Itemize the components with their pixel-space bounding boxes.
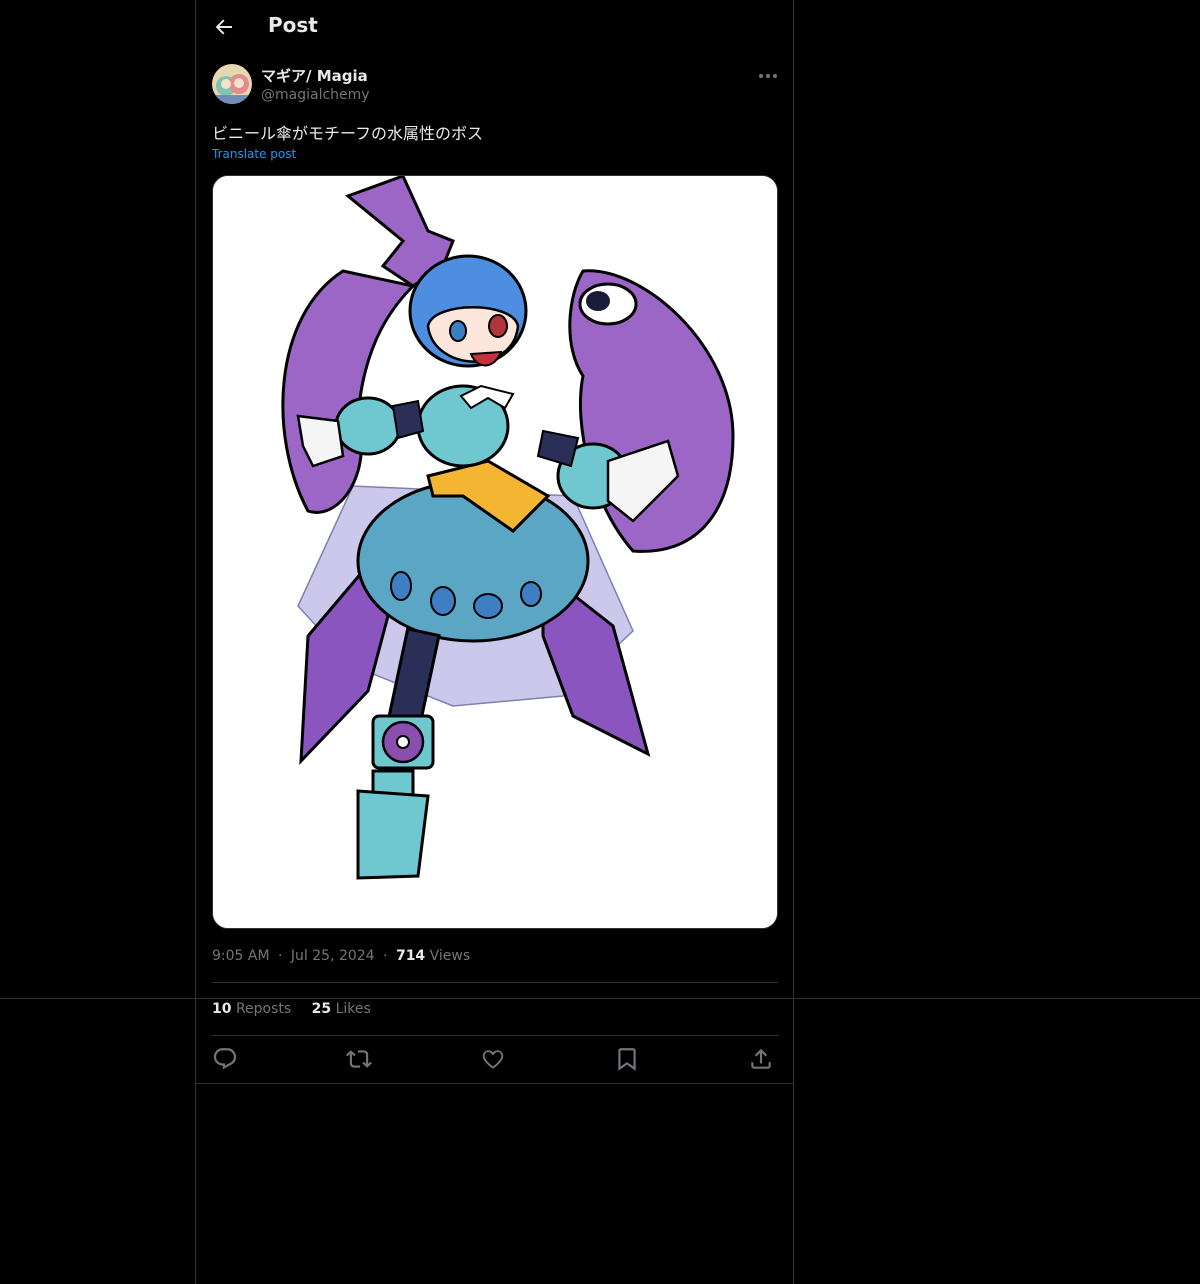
display-name[interactable]: マギア/ Magia bbox=[261, 65, 368, 86]
post-column: Post マギア/ Magia @magialchemy ビニール傘がモチーフの… bbox=[195, 0, 794, 1284]
post-image[interactable] bbox=[212, 175, 778, 929]
bookmark-icon[interactable] bbox=[614, 1046, 640, 1072]
likes-count: 25 bbox=[311, 1001, 332, 1017]
post-header: Post bbox=[196, 0, 793, 54]
avatar[interactable] bbox=[212, 64, 252, 104]
engagement-stats: 10 Reposts 25 Likes bbox=[212, 1001, 371, 1017]
likes-label: Likes bbox=[335, 1001, 371, 1017]
user-handle[interactable]: @magialchemy bbox=[261, 87, 370, 103]
like-icon[interactable] bbox=[480, 1046, 506, 1072]
share-icon[interactable] bbox=[748, 1046, 774, 1072]
divider bbox=[0, 998, 1200, 999]
post-date[interactable]: Jul 25, 2024 bbox=[291, 948, 375, 964]
likes-stat[interactable]: 25 Likes bbox=[312, 1001, 371, 1017]
views-count: 714 bbox=[395, 948, 426, 964]
reposts-stat[interactable]: 10 Reposts bbox=[212, 1001, 296, 1017]
arrow-left-icon[interactable] bbox=[212, 15, 236, 39]
meta-dot: · bbox=[278, 948, 283, 964]
divider bbox=[196, 1083, 793, 1084]
reply-icon[interactable] bbox=[212, 1046, 238, 1072]
divider bbox=[212, 1035, 778, 1036]
divider bbox=[212, 982, 778, 983]
meta-dot: · bbox=[383, 948, 388, 964]
reposts-count: 10 bbox=[212, 1001, 232, 1017]
post-metadata: 9:05 AM · Jul 25, 2024 · 714 Views bbox=[212, 948, 470, 964]
post-time[interactable]: 9:05 AM bbox=[212, 948, 270, 964]
page-title: Post bbox=[268, 13, 318, 37]
views-label: Views bbox=[429, 948, 471, 964]
repost-icon[interactable] bbox=[346, 1046, 372, 1072]
post-text: ビニール傘がモチーフの水属性のボス bbox=[212, 124, 484, 143]
action-bar bbox=[212, 1046, 778, 1072]
translate-post-link[interactable]: Translate post bbox=[212, 147, 296, 161]
more-options-icon[interactable] bbox=[756, 66, 780, 86]
reposts-label: Reposts bbox=[235, 1001, 292, 1017]
